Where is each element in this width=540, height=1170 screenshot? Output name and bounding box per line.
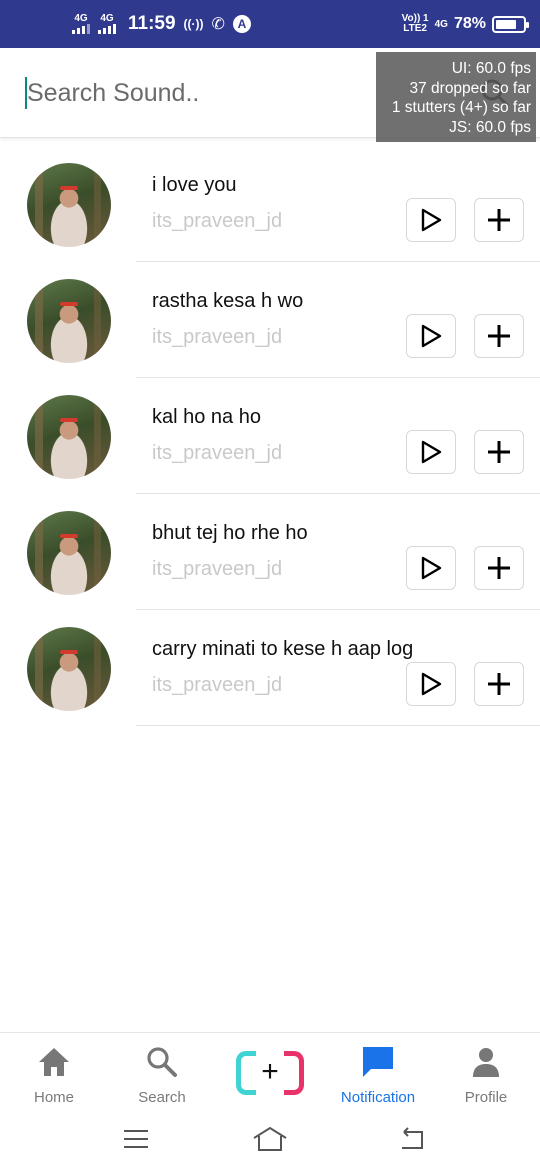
play-button[interactable] <box>406 546 456 590</box>
search-icon <box>147 1047 177 1077</box>
wifi-call-icon: ✆ <box>211 16 225 33</box>
play-icon <box>421 208 442 232</box>
network-type-label: 4G <box>74 13 88 24</box>
back-icon[interactable] <box>394 1124 430 1154</box>
volte-indicator: Vo)) 1 LTE2 <box>402 14 429 34</box>
perf-ui-fps: UI: 60.0 fps <box>451 60 531 77</box>
tab-search[interactable]: Search <box>108 1033 216 1115</box>
avatar <box>27 627 111 711</box>
sound-author: its_praveen_jd <box>152 210 283 232</box>
perf-js-fps: JS: 60.0 fps <box>449 118 531 136</box>
tab-profile[interactable]: Profile <box>432 1033 540 1115</box>
sound-author: its_praveen_jd <box>152 326 283 348</box>
plus-icon <box>488 325 510 347</box>
plus-icon <box>488 557 510 579</box>
play-icon <box>421 672 442 696</box>
perf-dropped: 37 dropped so far <box>409 79 531 97</box>
avatar <box>27 279 111 363</box>
menu-icon[interactable] <box>118 1124 154 1154</box>
sound-title: i love you <box>152 174 237 196</box>
battery-icon <box>492 15 529 33</box>
tab-notification-label: Notification <box>340 1089 416 1106</box>
play-button[interactable] <box>406 198 456 242</box>
tab-profile-label: Profile <box>464 1089 508 1106</box>
play-icon <box>421 324 442 348</box>
tab-notification[interactable]: Notification <box>324 1033 432 1115</box>
home-outline-icon[interactable] <box>252 1124 288 1154</box>
home-icon <box>39 1048 69 1076</box>
avatar <box>27 163 111 247</box>
add-sound-button[interactable] <box>474 430 524 474</box>
bottom-nav: Home Search + Notification Profile <box>0 1032 540 1114</box>
chat-bubble-icon <box>363 1047 393 1077</box>
sound-title: rastha kesa h wo <box>152 290 304 312</box>
app-glyph: A <box>237 17 247 31</box>
app-notification-icon: A <box>232 15 251 33</box>
sound-list-item[interactable]: i love you its_praveen_jd <box>0 146 540 262</box>
add-sound-button[interactable] <box>474 314 524 358</box>
play-icon <box>421 556 442 580</box>
create-video-button[interactable]: + <box>236 1051 304 1095</box>
perf-monitor-overlay: UI: 60.0 fps 37 dropped so far 1 stutter… <box>376 52 536 142</box>
sound-author: its_praveen_jd <box>152 442 283 464</box>
system-nav-bar <box>0 1114 540 1170</box>
tab-search-label: Search <box>138 1089 186 1106</box>
perf-stutters: 1 stutters (4+) so far <box>391 99 531 116</box>
hotspot-icon: ((·)) <box>183 17 204 31</box>
volte-bottom-label: LTE2 <box>403 23 427 34</box>
sound-list-item[interactable]: kal ho na ho its_praveen_jd <box>0 378 540 494</box>
sound-list-item[interactable]: carry minati to kese h aap log its_prave… <box>0 610 540 726</box>
search-input[interactable] <box>24 70 364 116</box>
plus-icon <box>488 441 510 463</box>
sound-author: its_praveen_jd <box>152 674 283 696</box>
add-sound-button[interactable] <box>474 546 524 590</box>
sound-list: i love you its_praveen_jd rastha kesa h … <box>0 146 540 726</box>
sound-title: carry minati to kese h aap log <box>152 638 414 660</box>
status-bar: 4G 4G 11:59 ((·)) ✆ A Vo)) 1 LTE2 4G 78% <box>0 0 540 48</box>
add-sound-button[interactable] <box>474 198 524 242</box>
avatar <box>27 395 111 479</box>
add-sound-button[interactable] <box>474 662 524 706</box>
play-button[interactable] <box>406 662 456 706</box>
signal-2-indicator: 4G <box>98 14 116 34</box>
sound-list-item[interactable]: bhut tej ho rhe ho its_praveen_jd <box>0 494 540 610</box>
profile-icon <box>473 1048 499 1077</box>
clock: 11:59 <box>128 13 176 34</box>
network-type-3: 4G <box>434 18 448 30</box>
battery-fill <box>496 19 517 29</box>
play-button[interactable] <box>406 430 456 474</box>
tab-home-label: Home <box>33 1089 74 1106</box>
tab-home[interactable]: Home <box>0 1033 108 1115</box>
play-button[interactable] <box>406 314 456 358</box>
sound-title: kal ho na ho <box>152 406 261 428</box>
signal-bars-icon <box>98 24 116 34</box>
divider <box>136 725 540 726</box>
sound-list-item[interactable]: rastha kesa h wo its_praveen_jd <box>0 262 540 378</box>
plus-icon <box>488 673 510 695</box>
sound-author: its_praveen_jd <box>152 558 283 580</box>
sound-title: bhut tej ho rhe ho <box>152 522 308 544</box>
signal-bars-icon <box>72 24 90 34</box>
plus-icon <box>488 209 510 231</box>
avatar <box>27 511 111 595</box>
battery-percent: 78% <box>453 15 486 32</box>
signal-1-indicator: 4G <box>72 14 90 34</box>
network-type-label: 4G <box>100 13 114 24</box>
play-icon <box>421 440 442 464</box>
plus-icon: + <box>261 1055 279 1088</box>
text-caret <box>25 77 27 109</box>
